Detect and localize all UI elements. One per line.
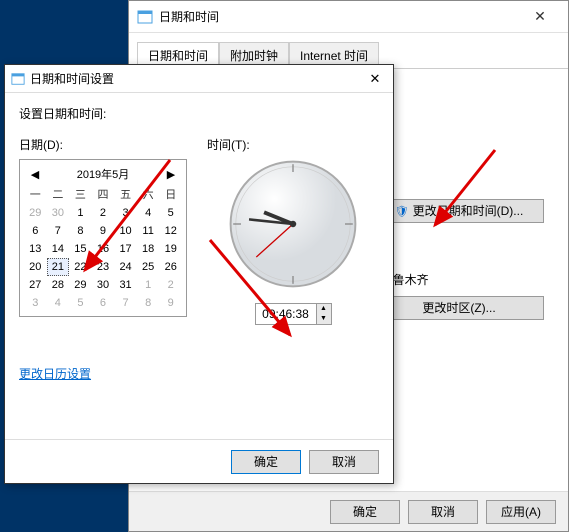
modal-bottom-bar: 确定 取消 (5, 439, 393, 483)
calendar-day[interactable]: 7 (114, 294, 137, 312)
calendar-day-header: 六 (137, 184, 160, 204)
parent-close-button[interactable]: ✕ (520, 8, 560, 25)
calendar-day[interactable]: 1 (69, 204, 92, 222)
calendar-icon (11, 72, 25, 86)
calendar-day[interactable]: 4 (47, 294, 70, 312)
calendar-day[interactable]: 18 (137, 240, 160, 258)
modal-titlebar: 日期和时间设置 ✕ (5, 65, 393, 93)
calendar-day[interactable]: 12 (159, 222, 182, 240)
calendar-day[interactable]: 5 (69, 294, 92, 312)
parent-titlebar: 日期和时间 ✕ (129, 1, 568, 33)
calendar-day[interactable]: 30 (47, 204, 70, 222)
modal-cancel-button[interactable]: 取消 (309, 450, 379, 474)
calendar-day[interactable]: 8 (137, 294, 160, 312)
calendar-day-header: 二 (47, 184, 70, 204)
calendar-day[interactable]: 23 (92, 258, 115, 276)
calendar-day[interactable]: 22 (69, 258, 92, 276)
calendar-day[interactable]: 29 (69, 276, 92, 294)
calendar-day[interactable]: 1 (137, 276, 160, 294)
calendar-day[interactable]: 25 (137, 258, 160, 276)
time-down-button[interactable]: ▼ (317, 314, 331, 324)
calendar-day[interactable]: 29 (24, 204, 47, 222)
calendar: ◀ 2019年5月 ▶ 一二三四五六日293012345678910111213… (19, 159, 187, 317)
timezone-text: , 乌鲁木齐 (374, 271, 554, 288)
calendar-day-header: 五 (114, 184, 137, 204)
calendar-day[interactable]: 13 (24, 240, 47, 258)
change-calendar-settings-link[interactable]: 更改日历设置 (19, 365, 91, 382)
modal-title: 日期和时间设置 (30, 70, 363, 87)
calendar-day[interactable]: 9 (92, 222, 115, 240)
datetime-settings-dialog: 日期和时间设置 ✕ 设置日期和时间: 日期(D): ◀ 2019年5月 ▶ 一二… (4, 64, 394, 484)
calendar-day[interactable]: 31 (114, 276, 137, 294)
calendar-day[interactable]: 6 (92, 294, 115, 312)
calendar-day[interactable]: 19 (159, 240, 182, 258)
calendar-day[interactable]: 4 (137, 204, 160, 222)
date-label: 日期(D): (19, 136, 187, 153)
calendar-day[interactable]: 27 (24, 276, 47, 294)
calendar-day[interactable]: 10 (114, 222, 137, 240)
calendar-next-button[interactable]: ▶ (164, 168, 178, 181)
time-label: 时间(T): (207, 136, 379, 153)
time-up-button[interactable]: ▲ (317, 304, 331, 314)
parent-title: 日期和时间 (159, 8, 520, 25)
calendar-day[interactable]: 2 (92, 204, 115, 222)
calendar-day[interactable]: 2 (159, 276, 182, 294)
parent-bottom-bar: 确定 取消 应用(A) (129, 491, 568, 531)
calendar-grid: 一二三四五六日293012345678910111213141516171819… (24, 184, 182, 312)
parent-apply-button[interactable]: 应用(A) (486, 500, 556, 524)
calendar-day[interactable]: 20 (24, 258, 47, 276)
calendar-day[interactable]: 16 (92, 240, 115, 258)
calendar-day[interactable]: 21 (47, 258, 70, 276)
calendar-day[interactable]: 9 (159, 294, 182, 312)
parent-ok-button[interactable]: 确定 (330, 500, 400, 524)
time-spinner: ▲ ▼ (255, 303, 332, 325)
calendar-day-header: 三 (69, 184, 92, 204)
modal-close-button[interactable]: ✕ (363, 71, 387, 87)
calendar-day[interactable]: 7 (47, 222, 70, 240)
calendar-day[interactable]: 3 (24, 294, 47, 312)
calendar-day[interactable]: 30 (92, 276, 115, 294)
calendar-day-header: 日 (159, 184, 182, 204)
set-datetime-label: 设置日期和时间: (19, 105, 379, 122)
calendar-day[interactable]: 6 (24, 222, 47, 240)
modal-ok-button[interactable]: 确定 (231, 450, 301, 474)
calendar-day-header: 一 (24, 184, 47, 204)
calendar-icon (137, 9, 153, 25)
parent-cancel-button[interactable]: 取消 (408, 500, 478, 524)
analog-clock (228, 159, 358, 289)
calendar-day[interactable]: 26 (159, 258, 182, 276)
change-datetime-button[interactable]: 更改日期和时间(D)... (374, 199, 544, 223)
calendar-day[interactable]: 8 (69, 222, 92, 240)
calendar-month-title: 2019年5月 (77, 166, 130, 182)
calendar-day[interactable]: 5 (159, 204, 182, 222)
calendar-day[interactable]: 24 (114, 258, 137, 276)
calendar-day[interactable]: 14 (47, 240, 70, 258)
time-input[interactable] (256, 304, 316, 324)
calendar-day-header: 四 (92, 184, 115, 204)
modal-body: 设置日期和时间: 日期(D): ◀ 2019年5月 ▶ 一二三四五六日29301… (5, 93, 393, 395)
calendar-day[interactable]: 17 (114, 240, 137, 258)
calendar-day[interactable]: 15 (69, 240, 92, 258)
calendar-day[interactable]: 3 (114, 204, 137, 222)
calendar-day[interactable]: 28 (47, 276, 70, 294)
calendar-prev-button[interactable]: ◀ (28, 168, 42, 181)
change-timezone-button[interactable]: 更改时区(Z)... (374, 296, 544, 320)
calendar-day[interactable]: 11 (137, 222, 160, 240)
